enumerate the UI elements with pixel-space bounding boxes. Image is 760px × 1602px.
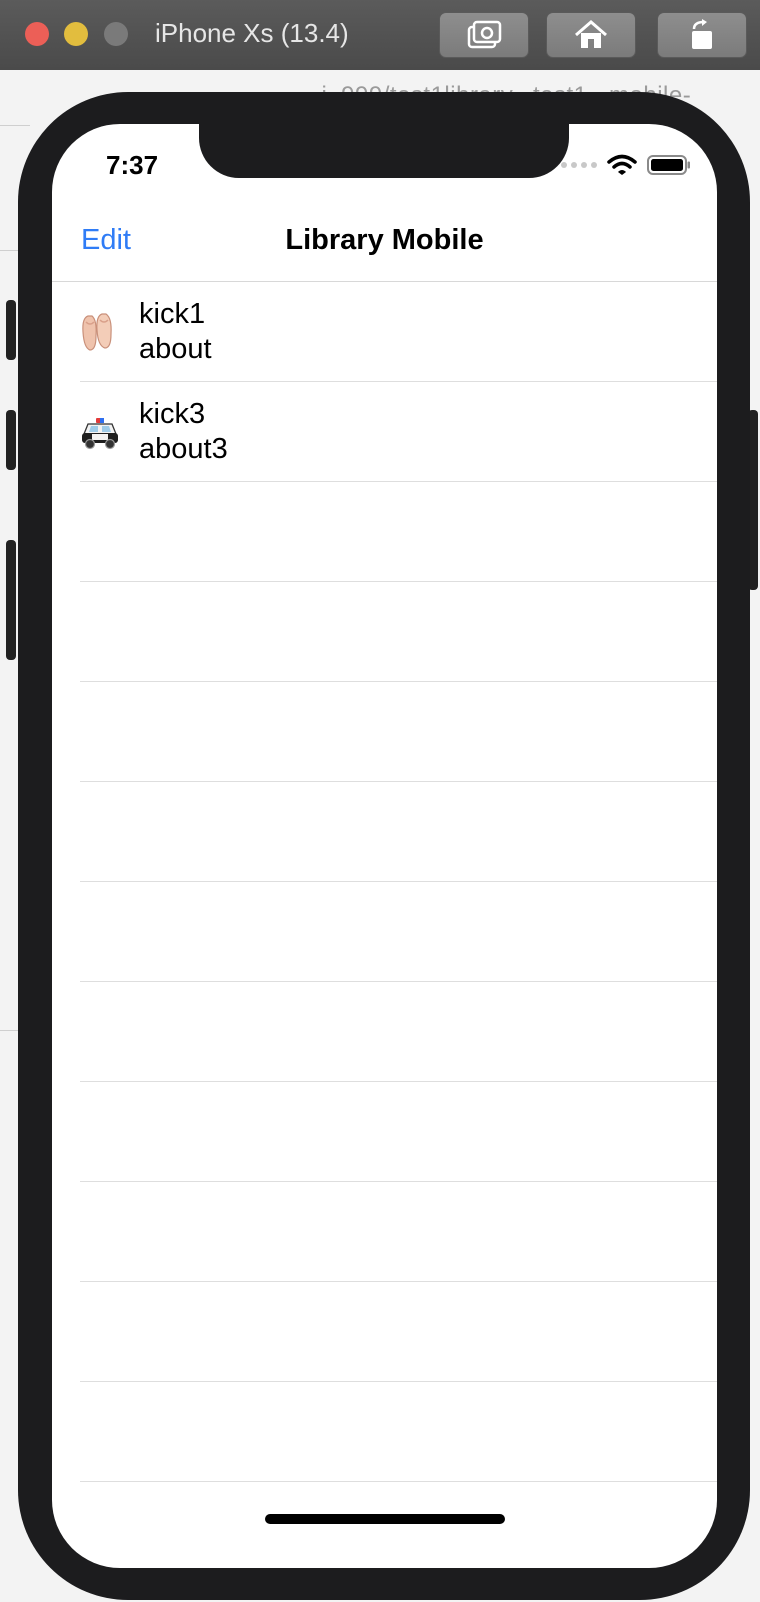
navigation-bar: Edit Library Mobile [52,204,717,282]
camera-icon [467,20,502,49]
status-time: 7:37 [106,150,159,180]
empty-row [52,982,717,1082]
home-icon [575,20,607,48]
empty-rows [52,482,717,1482]
screenshot-button[interactable] [439,12,529,58]
simulator-titlebar: iPhone Xs (13.4) [0,0,760,71]
row-separator [80,1481,717,1482]
empty-row [52,682,717,782]
zoom-window-button[interactable] [104,22,128,46]
window-title: iPhone Xs (13.4) [155,18,349,48]
list-item[interactable]: kick3 about3 [52,382,717,482]
home-button[interactable] [546,12,636,58]
home-indicator[interactable] [265,1514,505,1524]
rotate-button[interactable] [657,12,747,58]
status-indicators [561,154,691,176]
signal-dots-icon [561,162,597,168]
empty-row [52,482,717,582]
empty-row [52,1282,717,1382]
empty-row [52,782,717,882]
item-title: kick3 [139,398,206,430]
close-window-button[interactable] [25,22,49,46]
background-divider [0,125,30,126]
rotate-icon [692,19,712,49]
background-scroll-fragment [6,410,16,470]
empty-row [52,1082,717,1182]
list-item[interactable]: kick1 about [52,282,717,382]
item-subtitle: about3 [139,433,228,465]
nav-title: Library Mobile [285,224,484,256]
background-scroll-fragment [6,540,16,660]
empty-row [52,882,717,982]
empty-row [52,1382,717,1482]
empty-row [52,582,717,682]
library-list: kick1 about kick3 about3 [52,282,717,1482]
battery-icon [647,155,690,175]
item-subtitle: about [139,333,212,365]
iphone-screen: 7:37 Edit Library Mobile kick1 about kic… [52,124,717,1568]
device-notch [199,124,569,178]
police-car-icon [82,418,118,450]
wifi-icon [607,154,637,175]
item-title: kick1 [139,298,206,330]
background-scroll-fragment [6,300,16,360]
empty-row [52,1182,717,1282]
ballet-shoes-icon [82,313,112,351]
minimize-window-button[interactable] [64,22,88,46]
